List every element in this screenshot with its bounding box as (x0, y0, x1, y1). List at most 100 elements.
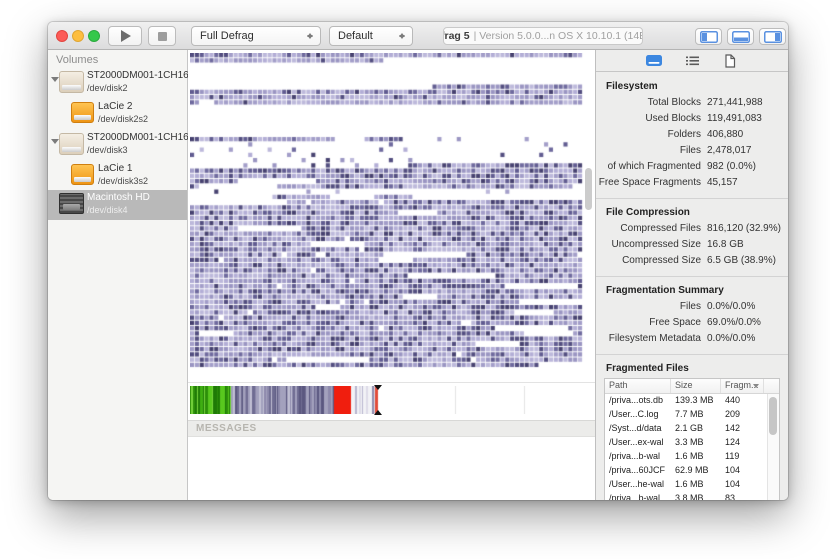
table-row[interactable]: /User...he-wal 1.6 MB 104 (605, 478, 779, 492)
sidebar-header: Volumes (56, 54, 99, 66)
column-header-size[interactable]: Size (671, 379, 721, 393)
volume-item-2[interactable]: ST2000DM001-1CH164/dev/disk3 (48, 130, 194, 160)
block-map-canvas[interactable] (190, 53, 585, 372)
stat-label: Free Space Fragments (598, 177, 701, 188)
stat-value: 119,491,083 (707, 113, 762, 124)
volume-name: LaCie 2 (98, 101, 133, 112)
stat-row: Filesystem Metadata 0.0%/0.0% (596, 331, 788, 347)
cell: 119 (725, 451, 740, 461)
profile-value: Default (338, 30, 373, 42)
column-header-path[interactable]: Path (605, 379, 671, 393)
overview-bar-canvas[interactable] (190, 386, 585, 414)
volume-name: Macintosh HD (87, 192, 150, 203)
section-title-0: Filesystem (606, 81, 658, 92)
stat-value: 0.0%/0.0% (707, 301, 756, 312)
stat-value: 0.0%/0.0% (707, 333, 756, 344)
messages-log[interactable] (188, 438, 595, 500)
stat-label: Used Blocks (645, 113, 701, 124)
toggle-bottom-panel-button[interactable] (727, 28, 754, 45)
table-scrollbar-thumb[interactable] (769, 397, 777, 435)
stat-row: Free Space 69.0%/0.0% (596, 315, 788, 331)
table-row[interactable]: /User...C.log 7.7 MB 209 (605, 408, 779, 422)
volume-name: ST2000DM001-1CH164 (87, 70, 195, 81)
stat-label: Total Blocks (647, 97, 701, 108)
external-drive-icon (59, 71, 84, 93)
volume-item-0[interactable]: ST2000DM001-1CH164/dev/disk2 (48, 68, 194, 98)
section-title-1: File Compression (606, 207, 690, 218)
volume-device: /dev/disk3s2 (98, 176, 149, 186)
minimize-window-button[interactable] (72, 30, 84, 42)
cell: 142 (725, 423, 741, 433)
stat-label: Uncompressed Size (611, 239, 701, 250)
volume-item-4[interactable]: Macintosh HD/dev/disk4 (48, 190, 187, 220)
volume-device: /dev/disk4 (87, 205, 128, 215)
chevron-up-down-icon (398, 30, 407, 42)
app-version: | Version 5.0.0...n OS X 10.10.1 (14B25) (473, 30, 643, 42)
tab-details-list[interactable] (681, 53, 703, 69)
cell: 104 (725, 479, 741, 489)
close-window-button[interactable] (56, 30, 68, 42)
cell: 124 (725, 437, 741, 447)
zoom-window-button[interactable] (88, 30, 100, 42)
volume-item-1[interactable]: LaCie 2/dev/disk2s2 (48, 99, 187, 129)
start-defrag-button[interactable] (108, 26, 142, 46)
stop-defrag-button[interactable] (148, 26, 176, 46)
table-scrollbar-track[interactable] (767, 394, 779, 500)
defrag-mode-select[interactable]: Full Defrag (191, 26, 321, 46)
section-title-2: Fragmentation Summary (606, 285, 724, 296)
cell: 209 (725, 409, 741, 419)
window-content: Volumes ST2000DM001-1CH164/dev/disk2 LaCi… (48, 50, 788, 500)
volume-item-3[interactable]: LaCie 1/dev/disk3s2 (48, 161, 187, 191)
stat-row: Total Blocks 271,441,988 (596, 95, 788, 111)
stat-label: Files (679, 145, 701, 156)
map-scrollbar-thumb[interactable] (585, 168, 592, 210)
stat-label: Files (679, 301, 701, 312)
play-icon (121, 30, 131, 42)
table-row[interactable]: /User...ex-wal 3.3 MB 124 (605, 436, 779, 450)
titlebar[interactable]: Full Defrag Default iDefrag 5 | Version … (48, 22, 788, 50)
table-row[interactable]: /priva...60JCF 62.9 MB 104 (605, 464, 779, 478)
stat-row: Files 2,478,017 (596, 143, 788, 159)
cell: 139.3 MB (675, 395, 714, 405)
stat-row: Compressed Size 6.5 GB (38.9%) (596, 253, 788, 269)
table-row[interactable]: /priva...b-wal 1.6 MB 119 (605, 450, 779, 464)
messages-header-label: MESSAGES (196, 423, 257, 434)
table-row[interactable]: /Syst...d/data 2.1 GB 142 (605, 422, 779, 436)
stat-label: Free Space (649, 317, 701, 328)
drive-tab-icon (646, 55, 662, 66)
table-header-row: Path Size Fragm... (605, 379, 779, 394)
app-name: iDefrag 5 (444, 30, 470, 42)
stat-value: 45,157 (707, 177, 738, 188)
stat-value: 406,880 (707, 129, 744, 140)
stat-value: 982 (0.0%) (707, 161, 756, 172)
profile-select[interactable]: Default (329, 26, 413, 46)
orange-drive-icon (71, 164, 94, 185)
cell: 104 (725, 465, 741, 475)
tab-filesystem-info[interactable] (643, 53, 665, 69)
toggle-left-panel-button[interactable] (695, 28, 722, 45)
stat-value: 69.0%/0.0% (707, 317, 761, 328)
fragmented-files-title: Fragmented Files (606, 363, 689, 374)
stat-value: 816,120 (32.9%) (707, 223, 781, 234)
toggle-right-panel-button[interactable] (759, 28, 786, 45)
disclosure-triangle-icon[interactable] (51, 77, 59, 82)
overview-bar[interactable] (190, 385, 585, 415)
section-divider (596, 276, 788, 277)
cell: /Syst...d/data (609, 423, 662, 433)
stat-label: Compressed Size (622, 255, 701, 266)
disclosure-triangle-icon[interactable] (51, 139, 59, 144)
inspector-panel: Filesystem Total Blocks 271,441,988 Used Bl… (595, 50, 788, 500)
stat-row: Files 0.0%/0.0% (596, 299, 788, 315)
volume-name: ST2000DM001-1CH164 (87, 132, 195, 143)
column-header-fragm[interactable]: Fragm... (721, 379, 764, 393)
app-window: Full Defrag Default iDefrag 5 | Version … (48, 22, 788, 500)
cell: 83 (725, 493, 736, 500)
stat-label: Compressed Files (620, 223, 701, 234)
desktop: Full Defrag Default iDefrag 5 | Version … (0, 0, 830, 559)
cell: 2.1 GB (675, 423, 704, 433)
stat-value: 16.8 GB (707, 239, 744, 250)
tab-file-info[interactable] (719, 53, 741, 69)
stat-label: Filesystem Metadata (608, 333, 701, 344)
table-row[interactable]: /priva...ots.db 139.3 MB 440 (605, 394, 779, 408)
table-row[interactable]: /priva...b-wal 3.8 MB 83 (605, 492, 779, 500)
